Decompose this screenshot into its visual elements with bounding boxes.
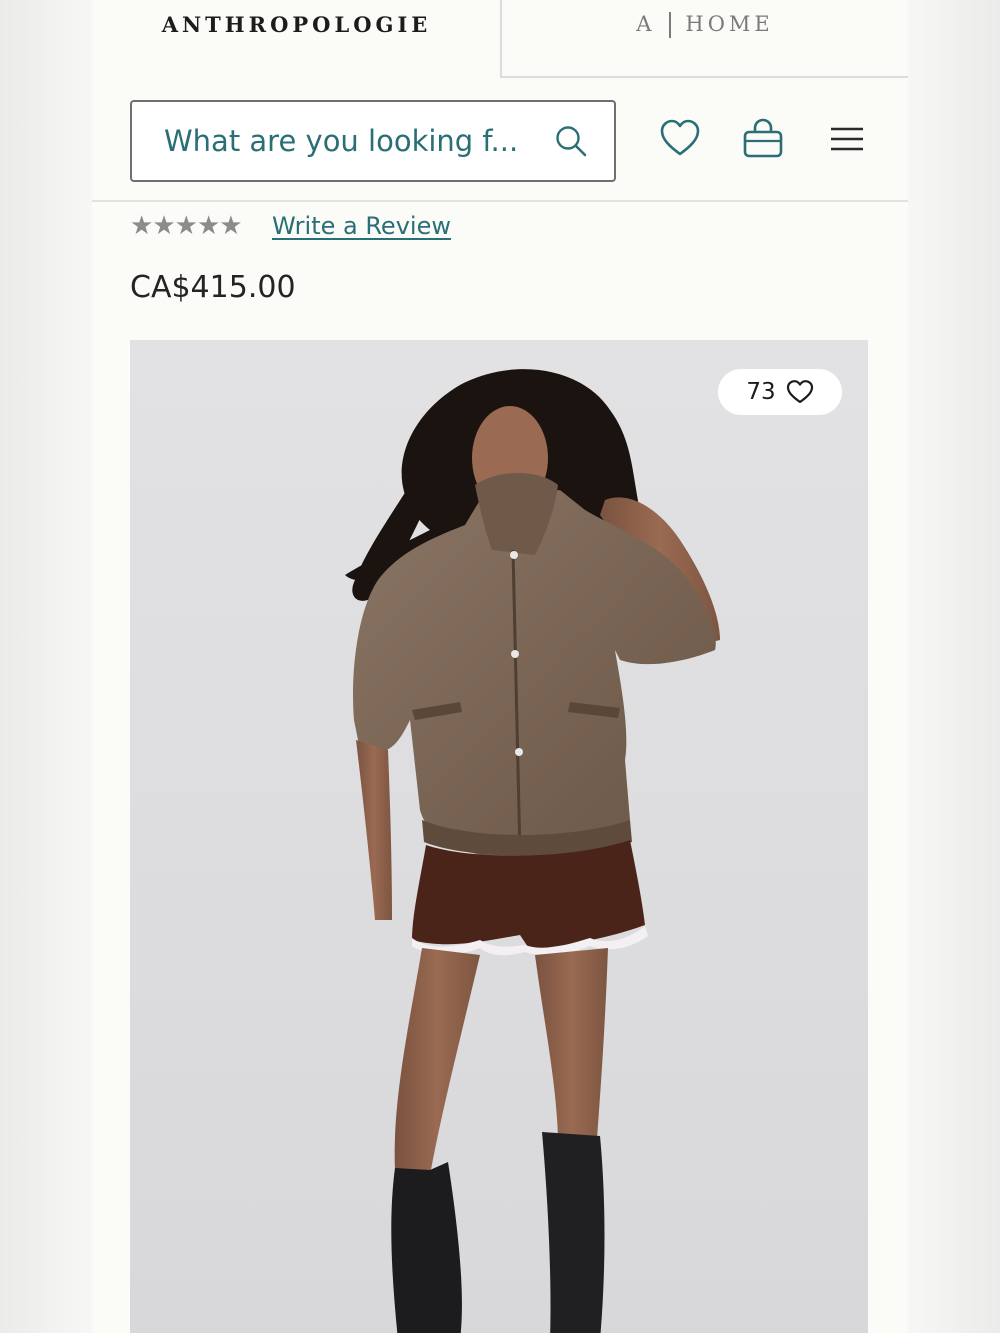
- product-price: CA$415.00: [130, 270, 296, 305]
- write-review-link[interactable]: Write a Review: [272, 209, 451, 243]
- star-icon: ★: [196, 211, 220, 241]
- favorites-count: 73: [746, 379, 776, 405]
- search-icon[interactable]: [554, 124, 588, 158]
- heart-icon[interactable]: [659, 118, 701, 160]
- star-icon: ★: [152, 211, 175, 241]
- shopping-bag-icon[interactable]: [742, 118, 784, 160]
- heart-outline-icon: [786, 380, 813, 404]
- search-input[interactable]: [162, 123, 544, 159]
- star-icon: ★: [174, 211, 198, 241]
- search-bar[interactable]: [130, 100, 616, 182]
- brand-home-prefix: A: [636, 12, 656, 36]
- product-image[interactable]: 73: [130, 340, 868, 1333]
- star-icon: ★: [219, 211, 242, 241]
- brand-tab-home[interactable]: A HOME: [500, 0, 908, 78]
- header-divider: [92, 200, 908, 202]
- star-icon: ★: [130, 211, 153, 241]
- brand-home-label: HOME: [685, 12, 774, 36]
- hamburger-menu-icon[interactable]: [826, 118, 868, 160]
- favorites-counter-button[interactable]: 73: [718, 369, 842, 415]
- brand-tab-anthropologie[interactable]: ANTHROPOLOGIE: [92, 0, 501, 78]
- model-photo: [130, 340, 868, 1333]
- brand-separator: [669, 12, 672, 38]
- star-rating[interactable]: ★ ★ ★ ★ ★: [130, 206, 243, 246]
- product-page: ANTHROPOLOGIE A HOME ★ ★ ★ ★ ★ Write a R…: [92, 0, 908, 1333]
- brand-logo-text: ANTHROPOLOGIE: [161, 12, 432, 37]
